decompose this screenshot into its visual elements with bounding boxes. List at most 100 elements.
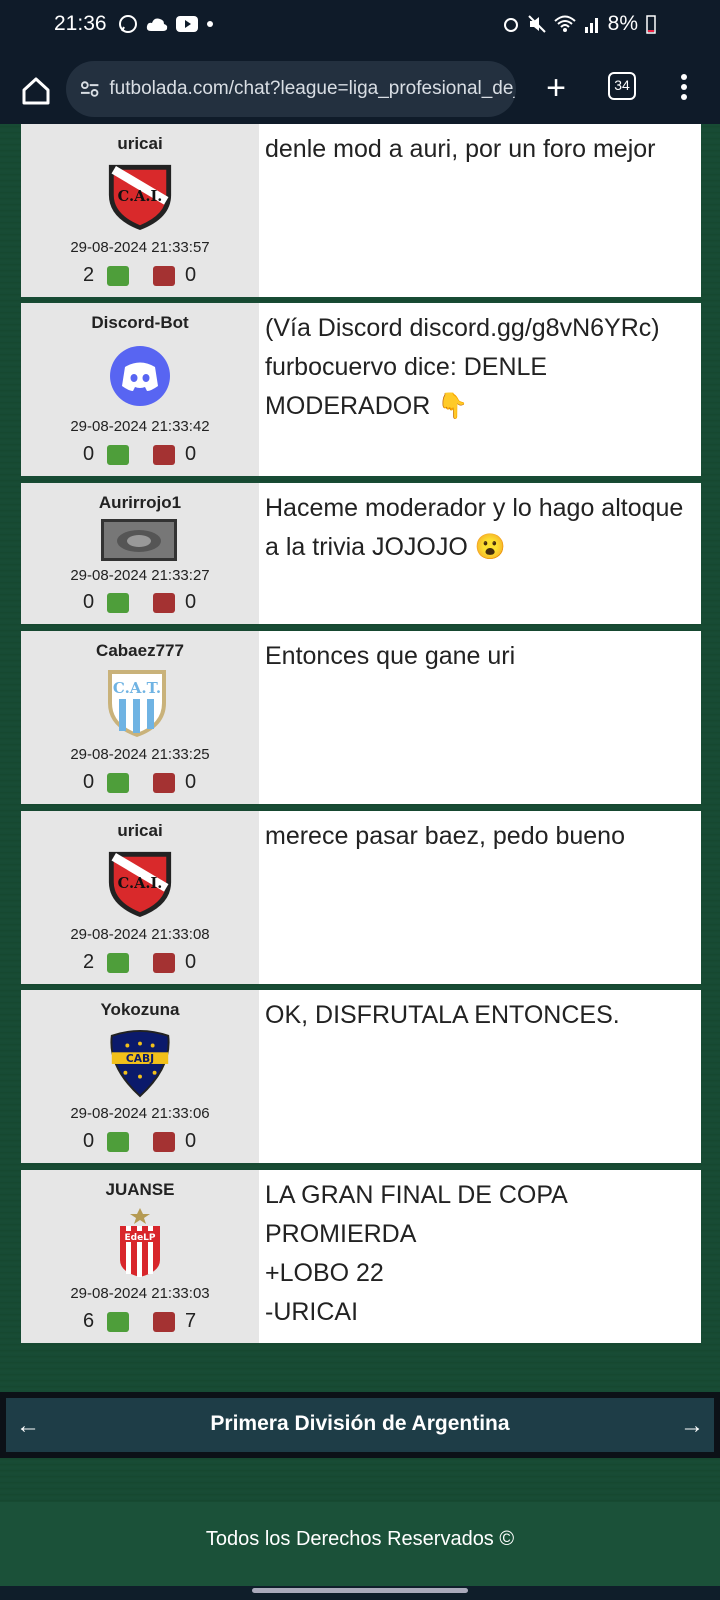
discord-logo-icon [110,346,170,406]
username[interactable]: Cabaez777 [21,641,259,661]
notification-dot-icon [207,21,213,27]
badge-text: C.A.I. [118,875,163,892]
message-timestamp: 29-08-2024 21:33:42 [70,418,210,435]
downvote-count: 0 [185,771,197,793]
downvote-count: 0 [185,951,197,973]
username[interactable]: JUANSE [21,1180,259,1200]
badge-text: EdeLP [124,1233,155,1243]
battery-percent: 8% [607,12,638,35]
upvote-count: 0 [83,443,95,465]
badge-text: C.A.I. [118,188,163,205]
username[interactable]: Aurirrojo1 [21,493,259,513]
mute-icon [527,15,546,33]
address-bar[interactable]: futbolada.com/chat?league=liga_profesion… [66,61,516,117]
user-photo-avatar [101,519,177,561]
thumbs-down-icon[interactable] [153,266,175,286]
tab-switcher-button[interactable]: 34 [608,72,636,100]
footer-copyright: Todos los Derechos Reservados © [205,1528,515,1550]
upvote-count: 0 [83,1130,95,1152]
wifi-icon [553,15,576,32]
next-league-arrow-icon[interactable]: → [680,1412,704,1440]
message-author-panel: Yokozuna CABJ 29-08-2024 21:33:06 0 0 [21,990,259,1163]
alarm-icon [503,18,518,32]
thumbs-up-icon[interactable] [107,1312,129,1332]
page-footer: Todos los Derechos Reservados © [0,1502,720,1586]
chat-area: uricai C.A.I. 29-08-2024 21:33:57 2 0 de… [0,124,720,1600]
message-text: Haceme moderador y lo hago altoque a la … [265,494,684,561]
chat-message: uricai C.A.I. 29-08-2024 21:33:57 2 0 de… [21,124,701,297]
message-timestamp: 29-08-2024 21:33:25 [70,746,210,763]
more-menu-icon[interactable] [672,70,696,110]
username[interactable]: uricai [21,134,259,154]
signal-icon [584,18,598,33]
thumbs-down-icon[interactable] [153,953,175,973]
independiente-shield-icon: C.A.I. [108,164,172,231]
thumbs-up-icon[interactable] [107,773,129,793]
thumbs-up-icon[interactable] [107,953,129,973]
home-gesture-handle[interactable] [252,1588,468,1593]
thumbs-down-icon[interactable] [153,445,175,465]
message-timestamp: 29-08-2024 21:33:27 [70,567,210,584]
chat-message: uricai C.A.I. 29-08-2024 21:33:08 2 0 me… [21,811,701,984]
username[interactable]: Discord-Bot [21,313,259,333]
chat-message: Yokozuna CABJ 29-08-2024 21:33:06 0 0 OK… [21,990,701,1163]
message-author-panel: Cabaez777 C.A.T. 29-08-2024 21:33:25 0 0 [21,631,259,804]
status-time: 21:36 [54,12,107,35]
badge-text: CABJ [126,1052,154,1065]
browser-toolbar: futbolada.com/chat?league=liga_profesion… [0,56,720,124]
message-text: denle mod a auri, por un foro mejor [265,135,656,163]
message-text: LA GRAN FINAL DE COPA PROMIERDA +LOBO 22… [265,1181,568,1326]
url-text: futbolada.com/chat?league=liga_profesion… [109,78,516,99]
league-pager: ← Primera División de Argentina → [0,1392,720,1458]
downvote-count: 0 [185,591,197,613]
site-settings-icon[interactable] [80,79,99,99]
home-icon[interactable] [16,70,56,110]
message-text: Entonces que gane uri [265,642,516,670]
whatsapp-icon [119,15,137,33]
status-bar: 21:36 8% [0,0,720,56]
upvote-count: 0 [83,591,95,613]
youtube-icon [176,16,198,32]
username[interactable]: uricai [21,821,259,841]
downvote-count: 0 [185,264,197,286]
message-author-panel: Aurirrojo1 29-08-2024 21:33:27 0 0 [21,483,259,624]
independiente-shield-icon: C.A.I. [108,851,172,918]
thumbs-up-icon[interactable] [107,445,129,465]
thumbs-up-icon[interactable] [107,1132,129,1152]
message-author-panel: uricai C.A.I. 29-08-2024 21:33:08 2 0 [21,811,259,984]
system-gesture-bar [0,1586,720,1600]
message-author-panel: uricai C.A.I. 29-08-2024 21:33:57 2 0 [21,124,259,297]
message-text: OK, DISFRUTALA ENTONCES. [265,1001,620,1029]
message-timestamp: 29-08-2024 21:33:06 [70,1105,210,1122]
chat-message: Discord-Bot 29-08-2024 21:33:42 0 0 (Vía… [21,303,701,476]
username[interactable]: Yokozuna [21,1000,259,1020]
atletico-tucuman-shield-icon: C.A.T. [108,670,166,737]
message-author-panel: Discord-Bot 29-08-2024 21:33:42 0 0 [21,303,259,476]
thumbs-down-icon[interactable] [153,593,175,613]
message-timestamp: 29-08-2024 21:33:08 [70,926,210,943]
message-text: (Vía Discord discord.gg/g8vN6YRc) furboc… [265,314,660,420]
thumbs-up-icon[interactable] [107,593,129,613]
league-title[interactable]: Primera División de Argentina [6,1412,714,1436]
estudiantes-shield-icon: EdeLP [120,1208,160,1277]
thumbs-up-icon[interactable] [107,266,129,286]
thumbs-down-icon[interactable] [153,1132,175,1152]
upvote-count: 2 [83,264,95,286]
new-tab-plus-icon[interactable]: + [536,70,576,110]
downvote-count: 7 [185,1310,197,1332]
downvote-count: 0 [185,1130,197,1152]
message-text: merece pasar baez, pedo bueno [265,822,625,850]
cloud-icon [146,18,168,31]
downvote-count: 0 [185,443,197,465]
chat-message: Cabaez777 C.A.T. 29-08-2024 21:33:25 0 0… [21,631,701,804]
upvote-count: 0 [83,771,95,793]
badge-text: C.A.T. [113,679,161,697]
boca-juniors-shield-icon: CABJ [110,1029,170,1098]
thumbs-down-icon[interactable] [153,773,175,793]
message-timestamp: 29-08-2024 21:33:03 [70,1285,210,1302]
message-author-panel: JUANSE EdeLP 29-08-2024 21:33:03 6 7 [21,1170,259,1343]
upvote-count: 2 [83,951,95,973]
message-timestamp: 29-08-2024 21:33:57 [70,239,210,256]
thumbs-down-icon[interactable] [153,1312,175,1332]
chat-message: JUANSE EdeLP 29-08-2024 21:33:03 6 7 LA … [21,1170,701,1343]
